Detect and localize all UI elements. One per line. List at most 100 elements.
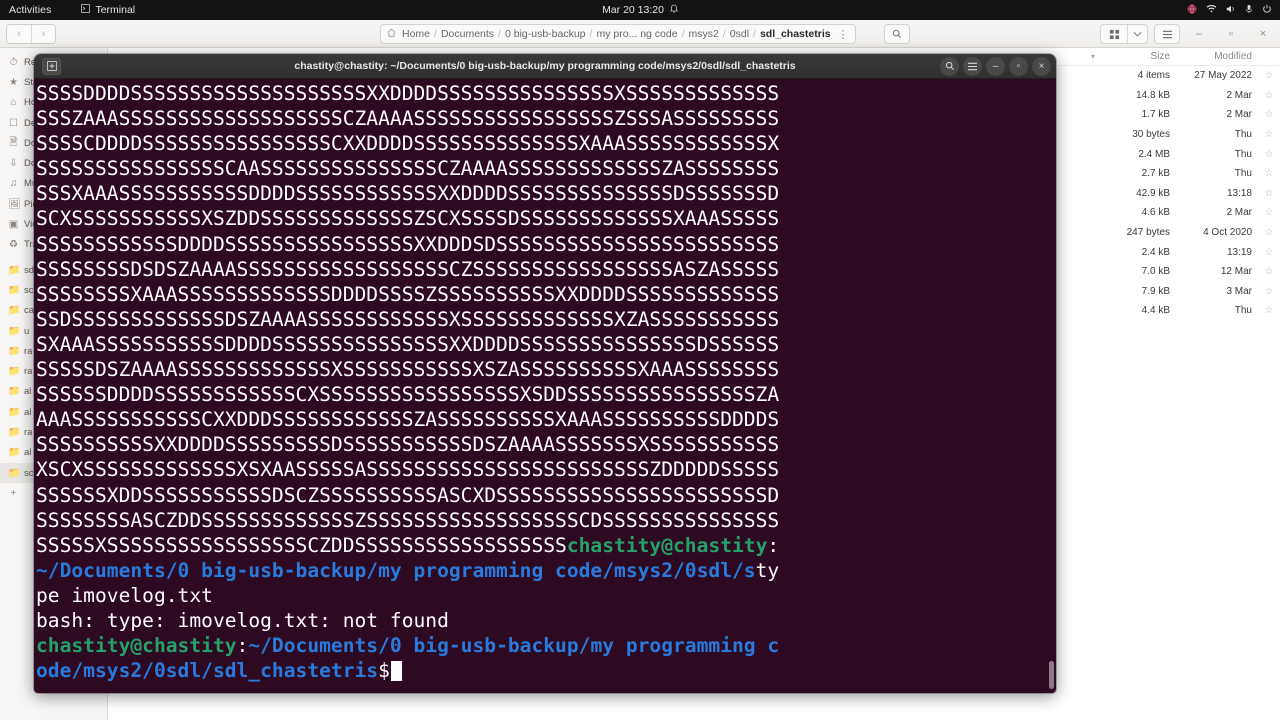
terminal-scrollbar[interactable] [1049,661,1054,689]
grid-view-icon[interactable] [1101,25,1127,43]
star-outline-icon[interactable]: ☆ [1258,266,1280,277]
file-size-cell: 7.0 kB [1141,266,1170,278]
file-size-cell: 4.4 kB [1141,305,1170,317]
home-icon: ⌂ [10,97,17,109]
chevron-down-icon[interactable]: ▾ [1082,52,1104,61]
star-outline-icon[interactable]: ☆ [1258,168,1280,179]
sidebar-item-label: ca [24,305,35,317]
file-modified-cell: Thu [1234,305,1252,317]
file-modified-cell: 2 Mar [1226,89,1252,101]
window-maximize-button[interactable]: ▫ [1218,24,1244,44]
terminal-maximize-button[interactable]: ▫ [1009,56,1028,76]
folder-icon: 📁 [8,284,21,296]
star-outline-icon[interactable]: ☆ [1258,109,1280,120]
globe-icon [1187,4,1197,17]
activities-button[interactable]: Activities [9,4,51,16]
folder-icon: 📁 [8,366,21,378]
file-modified-cell: 2 Mar [1226,207,1252,219]
breadcrumb-item-0sdl[interactable]: 0sdl [727,28,752,40]
clock-icon: ⏱ [9,56,18,68]
sidebar-item-label: al [24,386,32,398]
folder-icon: 📁 [8,467,21,479]
column-header-size[interactable]: Size [1104,51,1178,62]
star-outline-icon[interactable]: ☆ [1258,305,1280,316]
folder-icon: 📁 [8,406,21,418]
sidebar-item-label: ra [24,366,33,378]
breadcrumb-item-big-usb-backup[interactable]: 0 big-usb-backup [502,28,589,40]
status-area[interactable] [1187,0,1272,20]
sidebar-item-label: sc [24,284,34,296]
folder-icon: 📁 [8,345,21,357]
star-outline-icon[interactable]: ☆ [1258,129,1280,140]
terminal-search-button[interactable] [940,56,959,76]
sidebar-item-label: ra [24,426,33,438]
microphone-icon [1245,4,1253,17]
gnome-top-bar: Activities Terminal Mar 20 13:20 [0,0,1280,20]
folder-icon: 📁 [8,264,21,276]
star-outline-icon[interactable]: ☆ [1258,247,1280,258]
terminal-minimize-button[interactable]: – [986,56,1005,76]
trash-icon: ♻ [9,239,18,251]
forward-button[interactable]: › [31,24,55,43]
picture-icon: 🖼 [8,198,21,210]
star-outline-icon[interactable]: ☆ [1258,70,1280,81]
breadcrumb-item-sdl-chastetris[interactable]: sdl_chastetris [757,28,834,40]
star-outline-icon[interactable]: ☆ [1258,90,1280,101]
window-close-button[interactable]: × [1250,24,1276,44]
star-outline-icon[interactable]: ☆ [1258,149,1280,160]
hamburger-menu-icon[interactable] [1154,24,1180,44]
new-tab-icon[interactable] [42,57,61,75]
app-menu-label: Terminal [95,4,136,16]
file-modified-cell: Thu [1234,129,1252,141]
document-icon: 🗎 [9,136,18,148]
folder-icon: 📁 [8,426,21,438]
file-modified-cell: Thu [1234,168,1252,180]
file-size-cell: 2.7 kB [1141,168,1170,180]
breadcrumb-item-my-programming-code[interactable]: my pro... ng code [593,28,680,40]
star-outline-icon[interactable]: ☆ [1258,286,1280,297]
folder-icon: 📁 [8,386,21,398]
sidebar-item-label: u [24,325,30,337]
star-icon: ★ [9,76,18,88]
terminal-body[interactable]: SSSSDDDDSSSSSSSSSSSSSSSSSSSSXXDDDDSSSSSS… [34,79,1056,693]
screen: Activities Terminal Mar 20 13:20 ‹ › Hom… [0,0,1280,720]
search-button[interactable] [884,24,910,44]
file-modified-cell: 13:19 [1226,246,1252,258]
search-icon [945,61,954,71]
music-note-icon: ♫ [9,178,18,190]
plus-icon: + [10,487,17,499]
sidebar-item-label: ra [24,345,33,357]
star-outline-icon[interactable]: ☆ [1258,188,1280,199]
chevron-down-icon[interactable] [1127,25,1147,43]
breadcrumb-item-home[interactable]: Home [399,28,433,40]
file-size-cell: 42.9 kB [1136,187,1170,199]
file-size-cell: 30 bytes [1132,129,1170,141]
volume-icon [1226,4,1236,17]
bell-icon[interactable] [669,4,678,17]
navigation-buttons: ‹ › [6,23,56,44]
download-icon: ⇩ [9,158,18,170]
sidebar-item-label: sd [24,264,35,276]
view-mode-group [1100,24,1148,44]
terminal-menu-button[interactable] [963,56,982,76]
star-outline-icon[interactable]: ☆ [1258,227,1280,238]
breadcrumb: Home / Documents / 0 big-usb-backup / my… [380,24,856,44]
clock-label[interactable]: Mar 20 13:20 [602,4,664,16]
window-minimize-button[interactable]: – [1186,24,1212,44]
sidebar-item-label: al [24,447,32,459]
terminal-close-button[interactable]: × [1032,56,1051,76]
terminal-title: chastity@chastity: ~/Documents/0 big-usb… [294,60,796,72]
terminal-cursor [390,661,402,682]
back-button[interactable]: ‹ [7,24,31,43]
kebab-menu-icon[interactable]: ⋮ [838,28,849,41]
breadcrumb-item-documents[interactable]: Documents [438,28,497,40]
power-icon [1262,4,1272,17]
breadcrumb-item-msys2[interactable]: msys2 [686,28,722,40]
file-modified-cell: 4 Oct 2020 [1203,227,1252,239]
window-controls-group: – ▫ × [1100,24,1276,44]
folder-icon: 📁 [8,325,21,337]
app-menu-button[interactable]: Terminal [81,4,135,16]
star-outline-icon[interactable]: ☆ [1258,207,1280,218]
column-header-modified[interactable]: Modified [1178,51,1258,62]
file-size-cell: 4.6 kB [1141,207,1170,219]
